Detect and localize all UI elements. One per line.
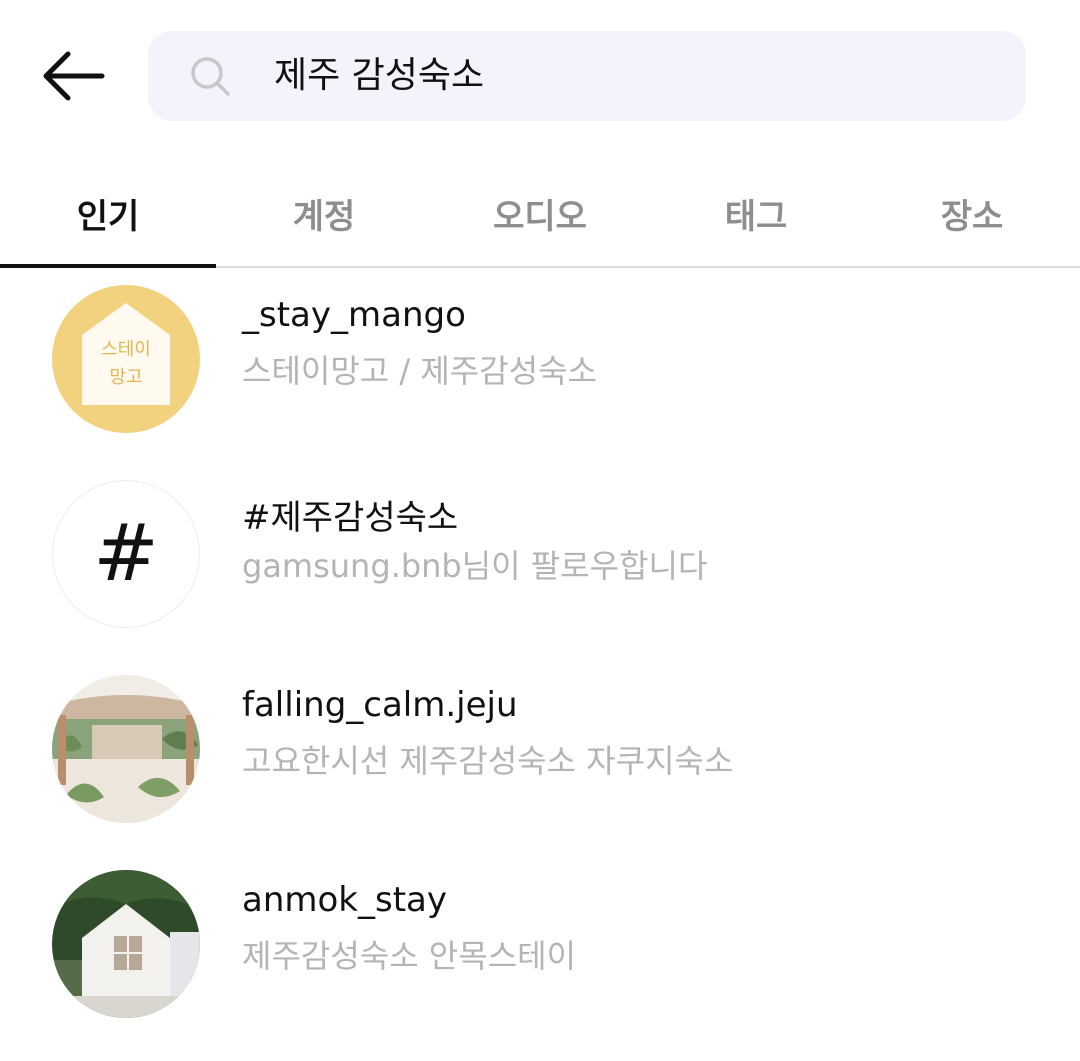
tab-places[interactable]: 장소 [864,162,1080,264]
search-tabs: 인기 계정 오디오 태그 장소 [0,162,1080,268]
avatar [52,675,200,823]
result-item[interactable]: 스테이 망고 _stay_mango 스테이망고 / 제주감성숙소 [0,273,1080,433]
result-item[interactable]: falling_calm.jeju 고요한시선 제주감성숙소 자쿠지숙소 [0,663,1080,823]
search-input[interactable] [274,31,994,121]
result-item[interactable]: # #제주감성숙소 gamsung.bnb님이 팔로우합니다 [0,468,1080,628]
tab-accounts[interactable]: 계정 [216,162,432,264]
search-icon [191,57,230,96]
back-button[interactable] [40,50,106,102]
svg-text:망고: 망고 [109,367,142,388]
active-tab-indicator [0,264,216,268]
result-name: #제주감성숙소 [242,498,459,538]
tab-tags[interactable]: 태그 [648,162,864,264]
result-subtitle: 스테이망고 / 제주감성숙소 [242,352,597,390]
svg-text:스테이: 스테이 [101,339,151,360]
avatar: 스테이 망고 [52,285,200,433]
tab-audio[interactable]: 오디오 [432,162,648,264]
avatar [52,870,200,1018]
search-bar[interactable] [148,31,1026,121]
result-subtitle: 고요한시선 제주감성숙소 자쿠지숙소 [242,742,734,780]
arrow-left-icon [43,51,105,101]
result-name: anmok_stay [242,880,447,920]
result-name: falling_calm.jeju [242,685,518,725]
tab-popular[interactable]: 인기 [0,162,216,264]
result-subtitle: 제주감성숙소 안목스테이 [242,937,577,975]
hashtag-icon: # [52,480,200,628]
result-item[interactable]: anmok_stay 제주감성숙소 안목스테이 [0,858,1080,1018]
result-subtitle: gamsung.bnb님이 팔로우합니다 [242,547,708,585]
result-name: _stay_mango [242,295,466,335]
